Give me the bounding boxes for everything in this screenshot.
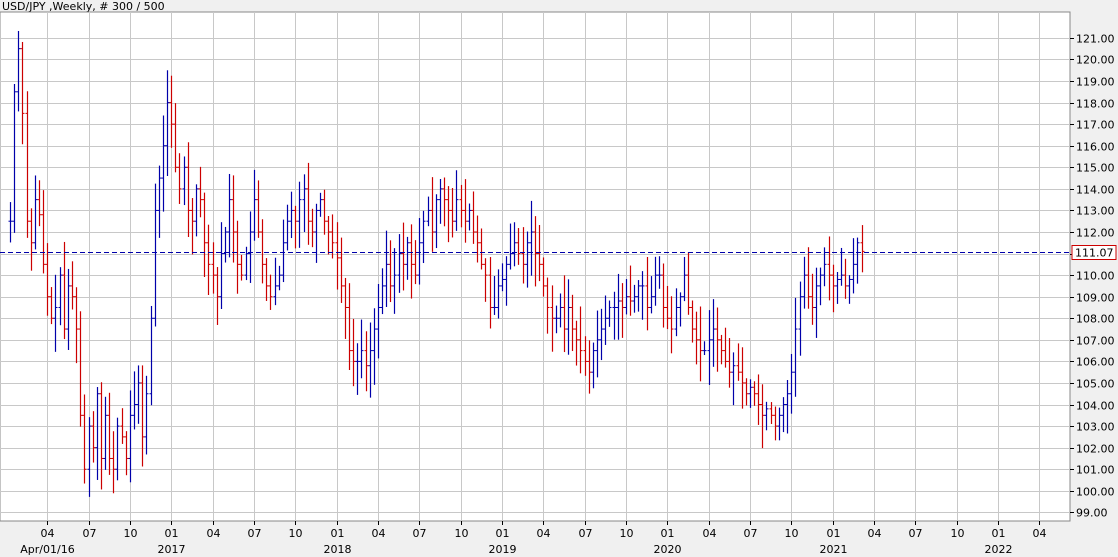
- y-tick-label: 115.00: [1076, 162, 1115, 175]
- x-year-label: 2021: [820, 543, 848, 556]
- x-tick-label: 10: [785, 527, 799, 540]
- x-tick-label: 01: [496, 527, 510, 540]
- y-tick-label: 112.00: [1076, 227, 1115, 240]
- last-price-label: 111.07: [1075, 247, 1114, 260]
- y-tick-label: 107.00: [1076, 335, 1115, 348]
- x-tick-label: 04: [703, 527, 717, 540]
- y-tick-label: 116.00: [1076, 141, 1115, 154]
- y-tick-label: 117.00: [1076, 119, 1115, 132]
- y-tick-label: 103.00: [1076, 421, 1115, 434]
- x-tick-label: 01: [827, 527, 841, 540]
- x-tick-label: 04: [372, 527, 386, 540]
- x-year-label: 2018: [324, 543, 352, 556]
- x-tick-label: 01: [331, 527, 345, 540]
- x-tick-label: 04: [41, 527, 55, 540]
- x-tick-label: 10: [289, 527, 303, 540]
- x-year-label: Apr/01/16: [20, 543, 74, 556]
- y-tick-label: 102.00: [1076, 443, 1115, 456]
- x-tick-label: 07: [413, 527, 427, 540]
- y-tick-label: 120.00: [1076, 54, 1115, 67]
- x-year-label: 2017: [158, 543, 186, 556]
- x-tick-label: 07: [248, 527, 262, 540]
- x-tick-label: 01: [992, 527, 1006, 540]
- x-tick-label: 01: [165, 527, 179, 540]
- x-tick-label: 04: [537, 527, 551, 540]
- y-tick-label: 109.00: [1076, 292, 1115, 305]
- x-axis: 04 Apr/01/16 07 10 01 2017 04 07 10 01 2018 04 07 10 0…: [20, 521, 1047, 556]
- x-tick-label: 04: [868, 527, 882, 540]
- x-tick-label: 01: [661, 527, 675, 540]
- x-tick-label: 07: [744, 527, 758, 540]
- y-tick-label: 101.00: [1076, 464, 1115, 477]
- y-tick-label: 118.00: [1076, 98, 1115, 111]
- x-tick-label: 07: [579, 527, 593, 540]
- x-tick-label: 04: [207, 527, 221, 540]
- x-tick-label: 04: [1033, 527, 1047, 540]
- y-tick-label: 106.00: [1076, 356, 1115, 369]
- x-year-label: 2022: [985, 543, 1013, 556]
- y-tick-label: 104.00: [1076, 400, 1115, 413]
- x-tick-label: 10: [124, 527, 138, 540]
- y-tick-label: 114.00: [1076, 184, 1115, 197]
- y-tick-label: 108.00: [1076, 313, 1115, 326]
- x-tick-label: 07: [83, 527, 97, 540]
- y-axis: 99.00 100.00 101.00 102.00 103.00 104.00 105.0…: [1070, 33, 1115, 520]
- y-tick-label: 100.00: [1076, 486, 1115, 499]
- y-tick-label: 110.00: [1076, 270, 1115, 283]
- x-tick-label: 10: [620, 527, 634, 540]
- y-tick-label: 99.00: [1076, 507, 1108, 520]
- y-tick-label: 119.00: [1076, 76, 1115, 89]
- x-year-label: 2020: [654, 543, 682, 556]
- y-tick-label: 105.00: [1076, 378, 1115, 391]
- x-year-label: 2019: [489, 543, 517, 556]
- y-tick-label: 121.00: [1076, 33, 1115, 46]
- y-tick-label: 113.00: [1076, 205, 1115, 218]
- x-tick-label: 10: [951, 527, 965, 540]
- chart: USD/JPY ,Weekly, # 300 / 500 99.00 100.00…: [0, 0, 1118, 557]
- x-tick-label: 10: [455, 527, 469, 540]
- x-tick-label: 07: [909, 527, 923, 540]
- chart-canvas: 99.00 100.00 101.00 102.00 103.00 104.00 105.0…: [0, 11, 1117, 556]
